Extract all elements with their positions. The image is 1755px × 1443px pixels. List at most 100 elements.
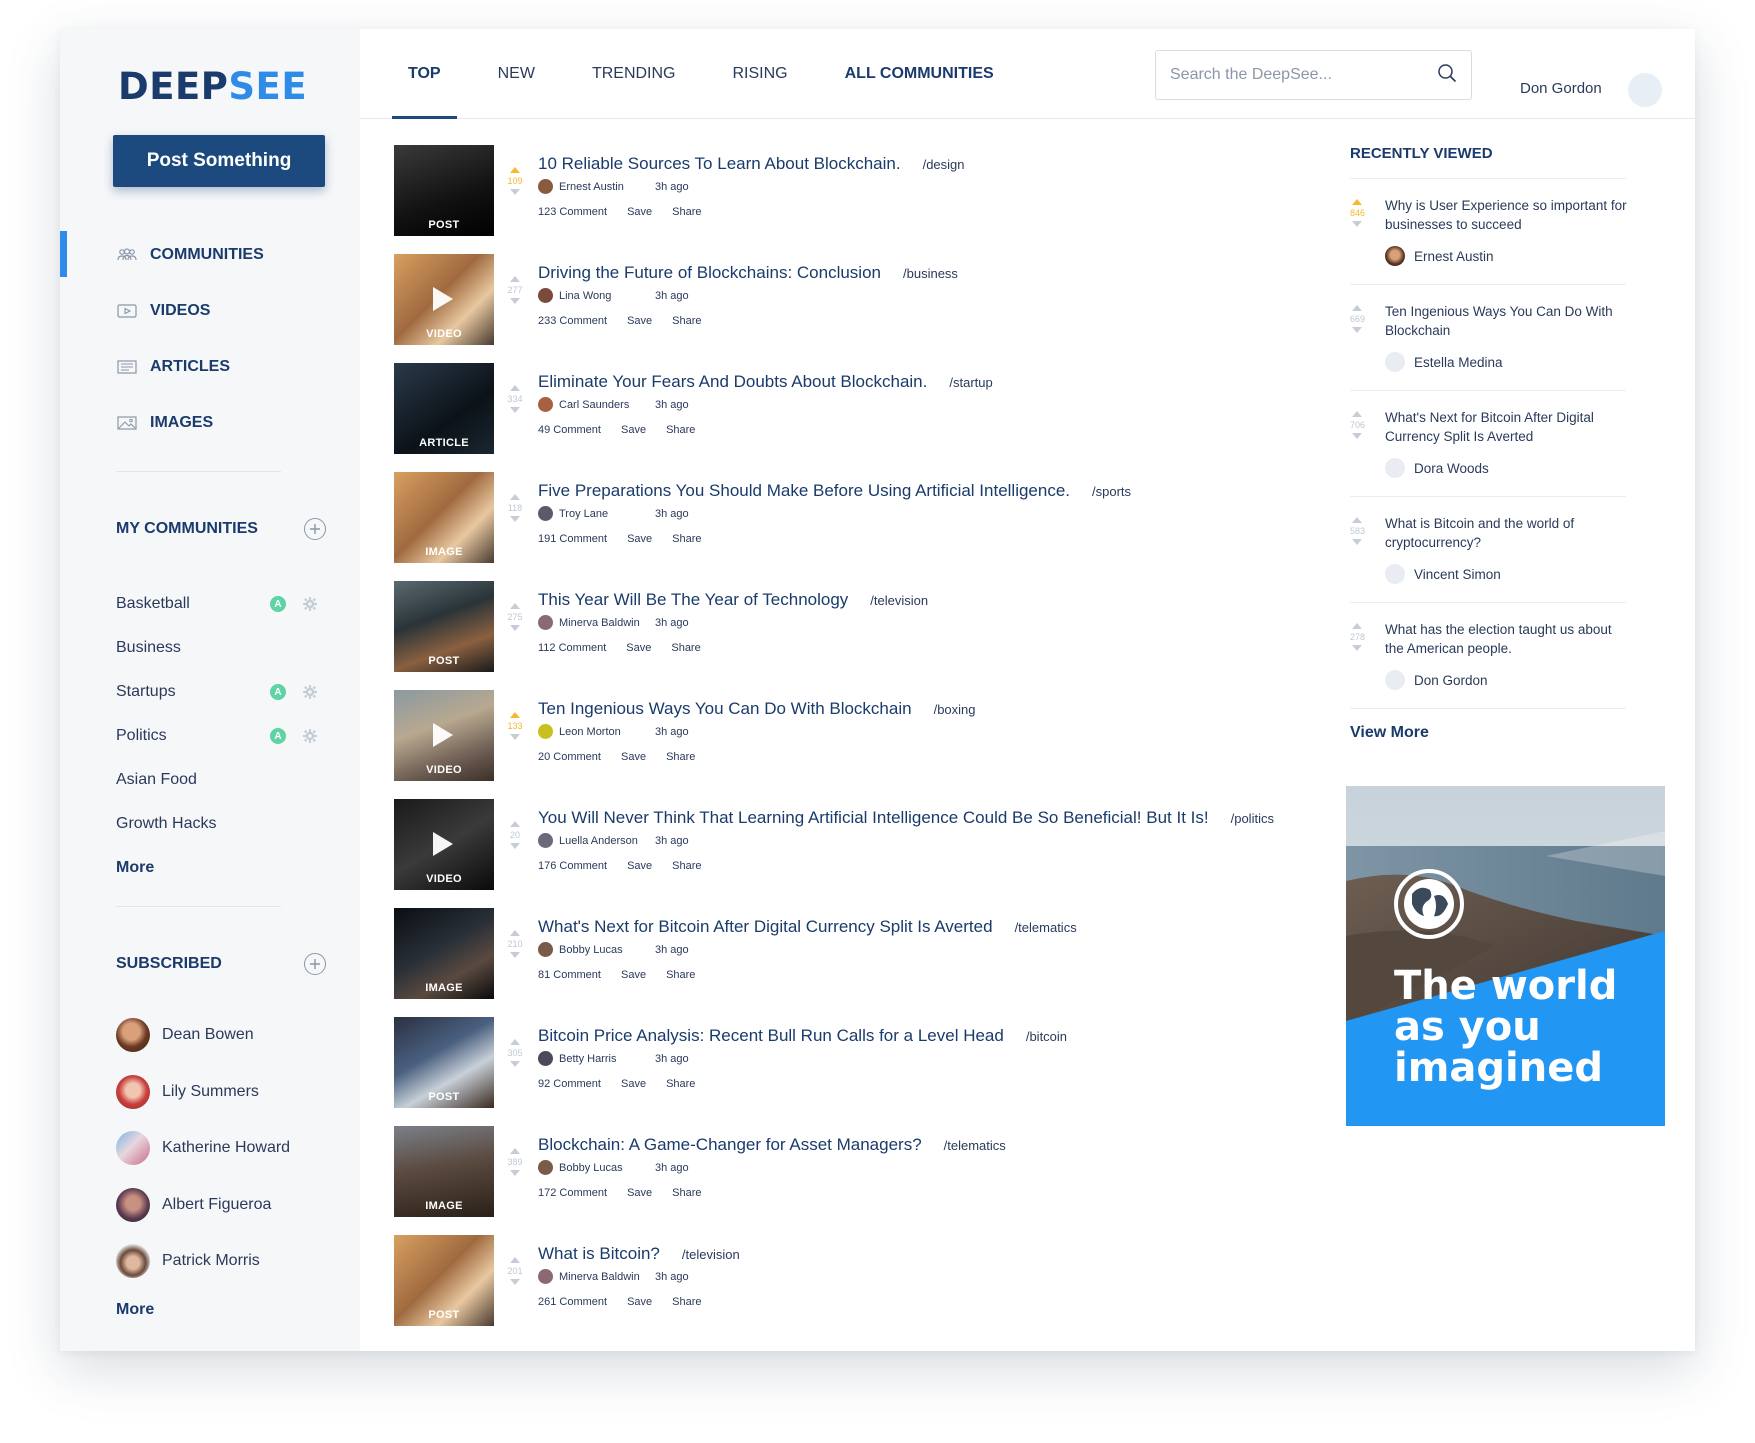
- recently-viewed-question[interactable]: Why is User Experience so important for …: [1385, 196, 1630, 234]
- upvote-icon[interactable]: [510, 603, 520, 609]
- share-button[interactable]: Share: [666, 1078, 695, 1090]
- recently-viewed-question[interactable]: What is Bitcoin and the world of cryptoc…: [1385, 514, 1630, 552]
- search-input[interactable]: [1170, 66, 1437, 84]
- upvote-icon[interactable]: [510, 276, 520, 282]
- search-icon[interactable]: [1437, 63, 1457, 88]
- upvote-icon[interactable]: [510, 1148, 520, 1154]
- current-user-name[interactable]: Don Gordon: [1520, 80, 1602, 97]
- downvote-icon[interactable]: [1352, 327, 1362, 333]
- post-title[interactable]: You Will Never Think That Learning Artif…: [538, 808, 1209, 828]
- save-button[interactable]: Save: [626, 642, 651, 654]
- tab-trending[interactable]: TRENDING: [576, 29, 692, 119]
- gear-icon[interactable]: [301, 684, 318, 701]
- community-item-basketball[interactable]: Basketball A: [116, 582, 318, 626]
- post-author[interactable]: Troy Lane: [559, 508, 655, 520]
- downvote-icon[interactable]: [1352, 539, 1362, 545]
- subscribed-user[interactable]: Lily Summers: [116, 1064, 336, 1121]
- downvote-icon[interactable]: [1352, 645, 1362, 651]
- subscribed-user[interactable]: Katherine Howard: [116, 1120, 336, 1177]
- comments-link[interactable]: 123 Comment: [538, 206, 607, 218]
- save-button[interactable]: Save: [627, 533, 652, 545]
- community-item-politics[interactable]: Politics A: [116, 714, 318, 758]
- gear-icon[interactable]: [301, 728, 318, 745]
- post-author[interactable]: Betty Harris: [559, 1053, 655, 1065]
- post-author[interactable]: Ernest Austin: [559, 181, 655, 193]
- recently-viewed-author[interactable]: Dora Woods: [1385, 458, 1489, 478]
- upvote-icon[interactable]: [510, 930, 520, 936]
- save-button[interactable]: Save: [627, 1296, 652, 1308]
- upvote-icon[interactable]: [1352, 305, 1362, 311]
- post-thumbnail[interactable]: VIDEO: [394, 254, 494, 345]
- post-thumbnail[interactable]: ARTICLE: [394, 363, 494, 454]
- downvote-icon[interactable]: [510, 1061, 520, 1067]
- save-button[interactable]: Save: [621, 751, 646, 763]
- subscribed-more-link[interactable]: More: [116, 1290, 336, 1330]
- post-author[interactable]: Bobby Lucas: [559, 944, 655, 956]
- downvote-icon[interactable]: [510, 843, 520, 849]
- upvote-icon[interactable]: [1352, 517, 1362, 523]
- post-community[interactable]: /bitcoin: [1026, 1029, 1067, 1044]
- add-subscription-button[interactable]: [304, 953, 326, 975]
- post-community[interactable]: /design: [923, 157, 965, 172]
- post-thumbnail[interactable]: IMAGE: [394, 908, 494, 999]
- save-button[interactable]: Save: [621, 424, 646, 436]
- upvote-icon[interactable]: [510, 1257, 520, 1263]
- save-button[interactable]: Save: [621, 1078, 646, 1090]
- share-button[interactable]: Share: [672, 315, 701, 327]
- post-author[interactable]: Lina Wong: [559, 290, 655, 302]
- logo[interactable]: DEEPSEE: [118, 65, 307, 108]
- share-button[interactable]: Share: [666, 751, 695, 763]
- recently-viewed-author[interactable]: Estella Medina: [1385, 352, 1503, 372]
- comments-link[interactable]: 191 Comment: [538, 533, 607, 545]
- share-button[interactable]: Share: [666, 969, 695, 981]
- share-button[interactable]: Share: [672, 206, 701, 218]
- communities-more-link[interactable]: More: [116, 846, 316, 890]
- recently-viewed-question[interactable]: What has the election taught us about th…: [1385, 620, 1630, 658]
- sidebar-item-videos[interactable]: VIDEOS: [60, 283, 360, 339]
- upvote-icon[interactable]: [510, 167, 520, 173]
- tab-all-communities[interactable]: ALL COMMUNITIES: [829, 29, 1010, 119]
- post-community[interactable]: /telematics: [1015, 920, 1077, 935]
- post-title[interactable]: 10 Reliable Sources To Learn About Block…: [538, 154, 901, 174]
- add-community-button[interactable]: [304, 518, 326, 540]
- post-title[interactable]: What is Bitcoin?: [538, 1244, 660, 1264]
- post-title[interactable]: Bitcoin Price Analysis: Recent Bull Run …: [538, 1026, 1004, 1046]
- downvote-icon[interactable]: [510, 189, 520, 195]
- sidebar-item-communities[interactable]: COMMUNITIES: [60, 227, 360, 283]
- view-more-link[interactable]: View More: [1350, 724, 1429, 742]
- post-author[interactable]: Minerva Baldwin: [559, 617, 655, 629]
- comments-link[interactable]: 49 Comment: [538, 424, 601, 436]
- sidebar-item-images[interactable]: IMAGES: [60, 395, 360, 451]
- share-button[interactable]: Share: [671, 642, 700, 654]
- upvote-icon[interactable]: [1352, 623, 1362, 629]
- post-community[interactable]: /business: [903, 266, 958, 281]
- post-community[interactable]: /startup: [949, 375, 992, 390]
- recently-viewed-question[interactable]: Ten Ingenious Ways You Can Do With Block…: [1385, 302, 1630, 340]
- comments-link[interactable]: 172 Comment: [538, 1187, 607, 1199]
- recently-viewed-question[interactable]: What's Next for Bitcoin After Digital Cu…: [1385, 408, 1630, 446]
- save-button[interactable]: Save: [627, 860, 652, 872]
- post-author[interactable]: Carl Saunders: [559, 399, 655, 411]
- community-item-asian-food[interactable]: Asian Food: [116, 758, 316, 802]
- post-thumbnail[interactable]: IMAGE: [394, 472, 494, 563]
- save-button[interactable]: Save: [627, 1187, 652, 1199]
- comments-link[interactable]: 233 Comment: [538, 315, 607, 327]
- gear-icon[interactable]: [301, 596, 318, 613]
- current-user-avatar[interactable]: [1628, 73, 1662, 107]
- subscribed-user[interactable]: Albert Figueroa: [116, 1177, 336, 1234]
- downvote-icon[interactable]: [510, 625, 520, 631]
- post-community[interactable]: /boxing: [934, 702, 976, 717]
- recently-viewed-author[interactable]: Don Gordon: [1385, 670, 1488, 690]
- post-title[interactable]: Eliminate Your Fears And Doubts About Bl…: [538, 372, 927, 392]
- community-item-business[interactable]: Business: [116, 626, 316, 670]
- downvote-icon[interactable]: [510, 952, 520, 958]
- post-community[interactable]: /sports: [1092, 484, 1131, 499]
- post-thumbnail[interactable]: POST: [394, 1235, 494, 1326]
- post-title[interactable]: Driving the Future of Blockchains: Concl…: [538, 263, 881, 283]
- share-button[interactable]: Share: [672, 533, 701, 545]
- share-button[interactable]: Share: [672, 1187, 701, 1199]
- downvote-icon[interactable]: [1352, 221, 1362, 227]
- post-thumbnail[interactable]: VIDEO: [394, 799, 494, 890]
- downvote-icon[interactable]: [1352, 433, 1362, 439]
- downvote-icon[interactable]: [510, 298, 520, 304]
